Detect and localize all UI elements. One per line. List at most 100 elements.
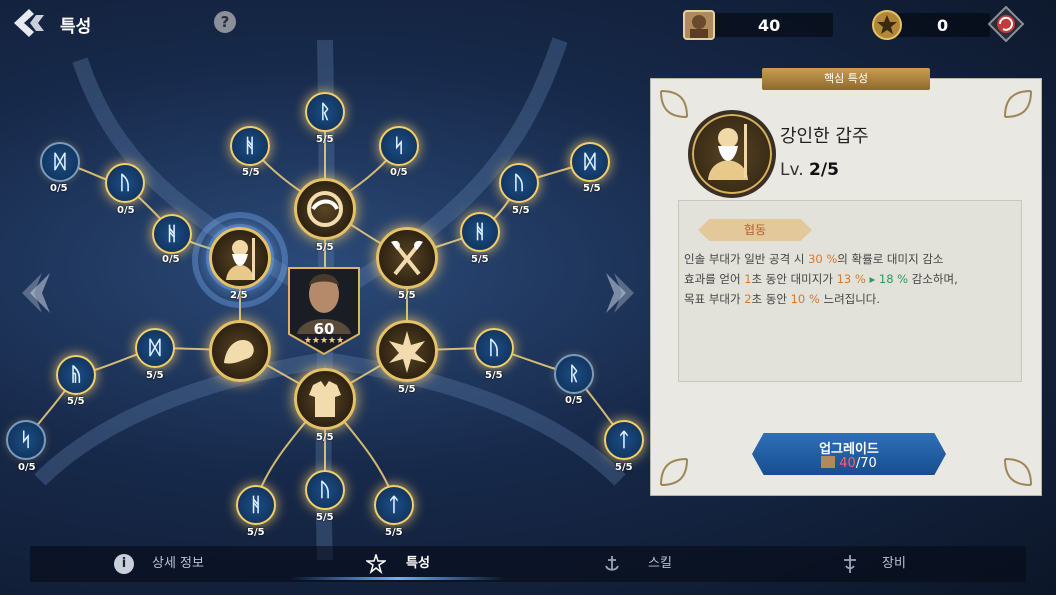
talent-node-level: 5/5 xyxy=(242,167,260,178)
desc-value: 13 % xyxy=(836,272,866,286)
desc-text: 목표 부대가 xyxy=(684,292,745,306)
page-title: 특성 xyxy=(60,17,92,37)
core-talent-node[interactable] xyxy=(209,320,271,382)
top-bar: 특성 ? 40 0 xyxy=(0,0,1056,46)
talent-points-value: 40 xyxy=(758,16,781,35)
core-talent-node[interactable] xyxy=(376,227,438,289)
desc-value: 1 xyxy=(744,272,752,286)
corner-knot-icon xyxy=(660,458,688,486)
talent-node[interactable]: ᚢ xyxy=(305,470,345,510)
talent-node-level: 5/5 xyxy=(512,205,530,216)
core-talent-node[interactable] xyxy=(294,178,356,240)
help-icon[interactable]: ? xyxy=(214,11,236,33)
talent-node[interactable]: ᚢ xyxy=(499,163,539,203)
desc-text: 초 동안 xyxy=(751,292,791,306)
description-line-2: 효과를 얻어 1초 동안 대미지가 13 % ▸ 18 % 감소하며, xyxy=(684,271,958,287)
talent-node-level: 5/5 xyxy=(485,370,503,381)
talent-node[interactable]: ᚢ xyxy=(105,163,145,203)
core-talent-level: 5/5 xyxy=(398,384,416,395)
crossed-axes-icon xyxy=(391,240,423,276)
equipment-icon xyxy=(844,555,856,573)
talent-node-level: 5/5 xyxy=(247,527,265,538)
talent-level-prefix: Lv. xyxy=(780,160,804,180)
next-page-arrow-icon[interactable] xyxy=(602,268,634,318)
hero-stars-icon: ★★★★★ xyxy=(303,336,345,346)
hero-portrait-icon xyxy=(683,10,715,40)
talent-node[interactable]: ᛏ xyxy=(604,420,644,460)
talent-node-level: 0/5 xyxy=(18,462,36,473)
talent-type-tag: 협동 xyxy=(698,219,812,241)
desc-text: 초 동안 대미지가 xyxy=(751,272,837,286)
flexed-arm-icon xyxy=(224,339,254,364)
talent-node[interactable]: ᚻ xyxy=(236,485,276,525)
core-talent-node-selected[interactable] xyxy=(209,227,271,289)
desc-value: 10 % xyxy=(790,292,820,306)
talent-node-level: 0/5 xyxy=(117,205,135,216)
desc-text: 효과를 얻어 xyxy=(684,272,745,286)
tab-label: 장비 xyxy=(882,556,906,571)
desc-next-value: 18 % xyxy=(878,272,909,286)
upgrade-cost-need: /70 xyxy=(855,456,877,471)
core-talent-level: 5/5 xyxy=(316,242,334,253)
talent-name: 강인한 갑주 xyxy=(780,126,869,147)
talent-node[interactable]: ᚻ xyxy=(460,212,500,252)
wind-swirl-icon xyxy=(307,191,343,227)
prev-page-arrow-icon[interactable] xyxy=(22,268,54,318)
talent-level-value: 2/5 xyxy=(809,160,839,180)
talent-node-level: 5/5 xyxy=(316,134,334,145)
talent-node-level: 5/5 xyxy=(146,370,164,381)
talent-node[interactable]: ᚢ xyxy=(474,328,514,368)
ship-anchor-icon xyxy=(605,556,619,571)
talent-node[interactable]: ᛞ xyxy=(135,328,175,368)
bottom-tab-bar: i 상세 정보 특성 스킬 장비 xyxy=(30,546,1026,582)
tab-label: 상세 정보 xyxy=(152,556,204,571)
talent-node[interactable]: ᛞ xyxy=(570,142,610,182)
selected-talent-portrait xyxy=(688,110,776,198)
core-talent-level: 5/5 xyxy=(316,432,334,443)
hero-portrait-icon xyxy=(821,456,836,468)
desc-text: 느려집니다. xyxy=(819,292,881,306)
talent-node[interactable]: ᚱ xyxy=(305,92,345,132)
talent-level: Lv. 2/5 xyxy=(780,160,839,180)
core-talent-node[interactable] xyxy=(376,320,438,382)
desc-text: 인솔 부대가 일반 공격 시 xyxy=(684,252,809,266)
hero-portrait: 60 ★★★★★ xyxy=(287,266,361,356)
talent-node[interactable]: ᛏ xyxy=(374,485,414,525)
core-talent-level: 2/5 xyxy=(230,290,248,301)
old-warrior-icon xyxy=(226,238,255,280)
talent-node[interactable]: ᚥ xyxy=(56,355,96,395)
corner-knot-icon xyxy=(1004,458,1032,486)
reset-icon[interactable] xyxy=(988,6,1024,42)
talent-node-level: 0/5 xyxy=(565,395,583,406)
talent-node-level: 5/5 xyxy=(316,512,334,523)
corner-knot-icon xyxy=(660,90,688,118)
upgrade-cost: 40/70 xyxy=(752,456,946,471)
armor-icon xyxy=(309,381,341,417)
talent-node-level: 0/5 xyxy=(50,183,68,194)
core-talent-node[interactable] xyxy=(294,368,356,430)
back-arrow-icon[interactable] xyxy=(12,7,46,39)
corner-knot-icon xyxy=(1004,90,1032,118)
talent-node[interactable]: ᛋ xyxy=(379,126,419,166)
core-talent-level: 5/5 xyxy=(398,290,416,301)
description-line-1: 인솔 부대가 일반 공격 시 30 %의 확률로 대미지 감소 xyxy=(684,251,943,267)
talent-node-level: 5/5 xyxy=(583,183,601,194)
desc-text: 의 확률로 대미지 감소 xyxy=(837,252,944,266)
talent-node[interactable]: ᚱ xyxy=(554,354,594,394)
desc-text: 감소하며, xyxy=(908,272,958,286)
tab-label: 스킬 xyxy=(648,556,672,571)
star-value: 0 xyxy=(937,16,949,35)
description-line-3: 목표 부대가 2초 동안 10 % 느려집니다. xyxy=(684,291,880,307)
talent-node-level: 5/5 xyxy=(385,527,403,538)
talent-star-icon xyxy=(366,554,386,574)
talent-node[interactable]: ᛋ xyxy=(6,420,46,460)
info-icon: i xyxy=(114,554,134,574)
talent-node[interactable]: ᚻ xyxy=(230,126,270,166)
talent-node-level: 5/5 xyxy=(615,462,633,473)
talent-node[interactable]: ᚻ xyxy=(152,214,192,254)
upgrade-cost-have: 40 xyxy=(839,456,856,471)
impact-burst-icon xyxy=(389,331,427,373)
upgrade-button[interactable]: 업그레이드 40/70 xyxy=(752,433,946,475)
talent-node-level: 5/5 xyxy=(67,396,85,407)
talent-node[interactable]: ᛞ xyxy=(40,142,80,182)
